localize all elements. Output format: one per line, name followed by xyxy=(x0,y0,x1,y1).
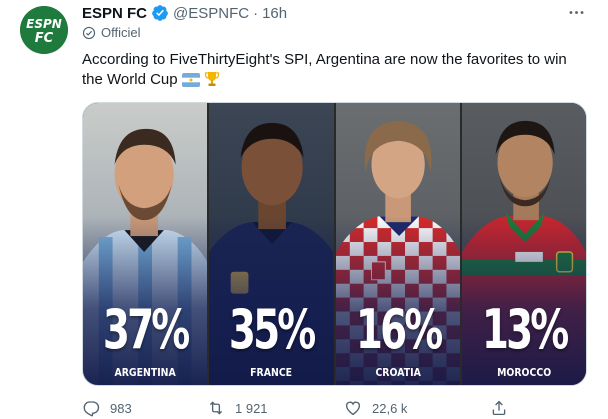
reply-icon xyxy=(83,401,100,417)
separator-dot: · xyxy=(253,4,259,22)
media-image[interactable]: 37% ARGENTINA 35% FRANCE 16% CROATIA 13%… xyxy=(82,102,587,386)
tweet-text: According to FiveThirtyEight's SPI, Arge… xyxy=(82,50,582,90)
more-icon xyxy=(569,10,583,14)
argentina-flag-icon xyxy=(181,73,200,87)
like-button[interactable]: 22,6 k xyxy=(344,399,407,417)
retweet-count: 1 921 xyxy=(235,400,268,416)
retweet-icon xyxy=(209,401,223,415)
svg-text:ESPN: ESPN xyxy=(26,17,62,31)
country-argentina: ARGENTINA xyxy=(114,366,176,379)
more-options-button[interactable] xyxy=(564,0,588,24)
tweet-header: ESPN FC @ESPNFC · 16h xyxy=(82,3,287,23)
like-count: 22,6 k xyxy=(372,400,408,416)
display-name[interactable]: ESPN FC xyxy=(82,5,147,22)
official-check-icon xyxy=(82,26,96,39)
tweet-body: According to FiveThirtyEight's SPI, Arge… xyxy=(82,51,567,88)
trophy-icon xyxy=(204,72,220,86)
reply-button[interactable]: 983 xyxy=(82,399,132,417)
tweet-actions: 983 1 921 22,6 k xyxy=(82,398,552,418)
share-button[interactable] xyxy=(490,399,508,417)
panel-france: 35% FRANCE xyxy=(209,103,336,385)
percent-croatia: 16% xyxy=(355,298,442,361)
espn-fc-logo-icon: ESPN FC xyxy=(20,6,68,54)
percent-morocco: 13% xyxy=(481,298,569,361)
svg-text:FC: FC xyxy=(35,31,54,46)
tweet[interactable]: ESPN FC ESPN FC @ESPNFC · 16h Officiel A… xyxy=(0,0,608,419)
official-label: Officiel xyxy=(82,25,141,40)
country-morocco: MOROCCO xyxy=(496,366,551,379)
avatar[interactable]: ESPN FC xyxy=(20,6,68,54)
heart-icon xyxy=(345,401,361,416)
retweet-button[interactable]: 1 921 xyxy=(207,399,268,417)
country-croatia: CROATIA xyxy=(374,366,421,379)
panel-argentina: 37% ARGENTINA xyxy=(83,103,210,385)
panel-croatia: 16% CROATIA xyxy=(335,103,462,385)
share-icon xyxy=(492,400,506,416)
percent-argentina: 37% xyxy=(102,298,190,361)
country-france: FRANCE xyxy=(250,366,293,379)
percent-france: 35% xyxy=(229,298,316,361)
panel-morocco: 13% MOROCCO xyxy=(461,103,586,385)
reply-count: 983 xyxy=(110,400,132,416)
handle[interactable]: @ESPNFC xyxy=(173,5,249,22)
timestamp[interactable]: 16h xyxy=(262,5,287,22)
official-text: Officiel xyxy=(101,25,141,40)
verified-badge-icon xyxy=(152,5,168,21)
